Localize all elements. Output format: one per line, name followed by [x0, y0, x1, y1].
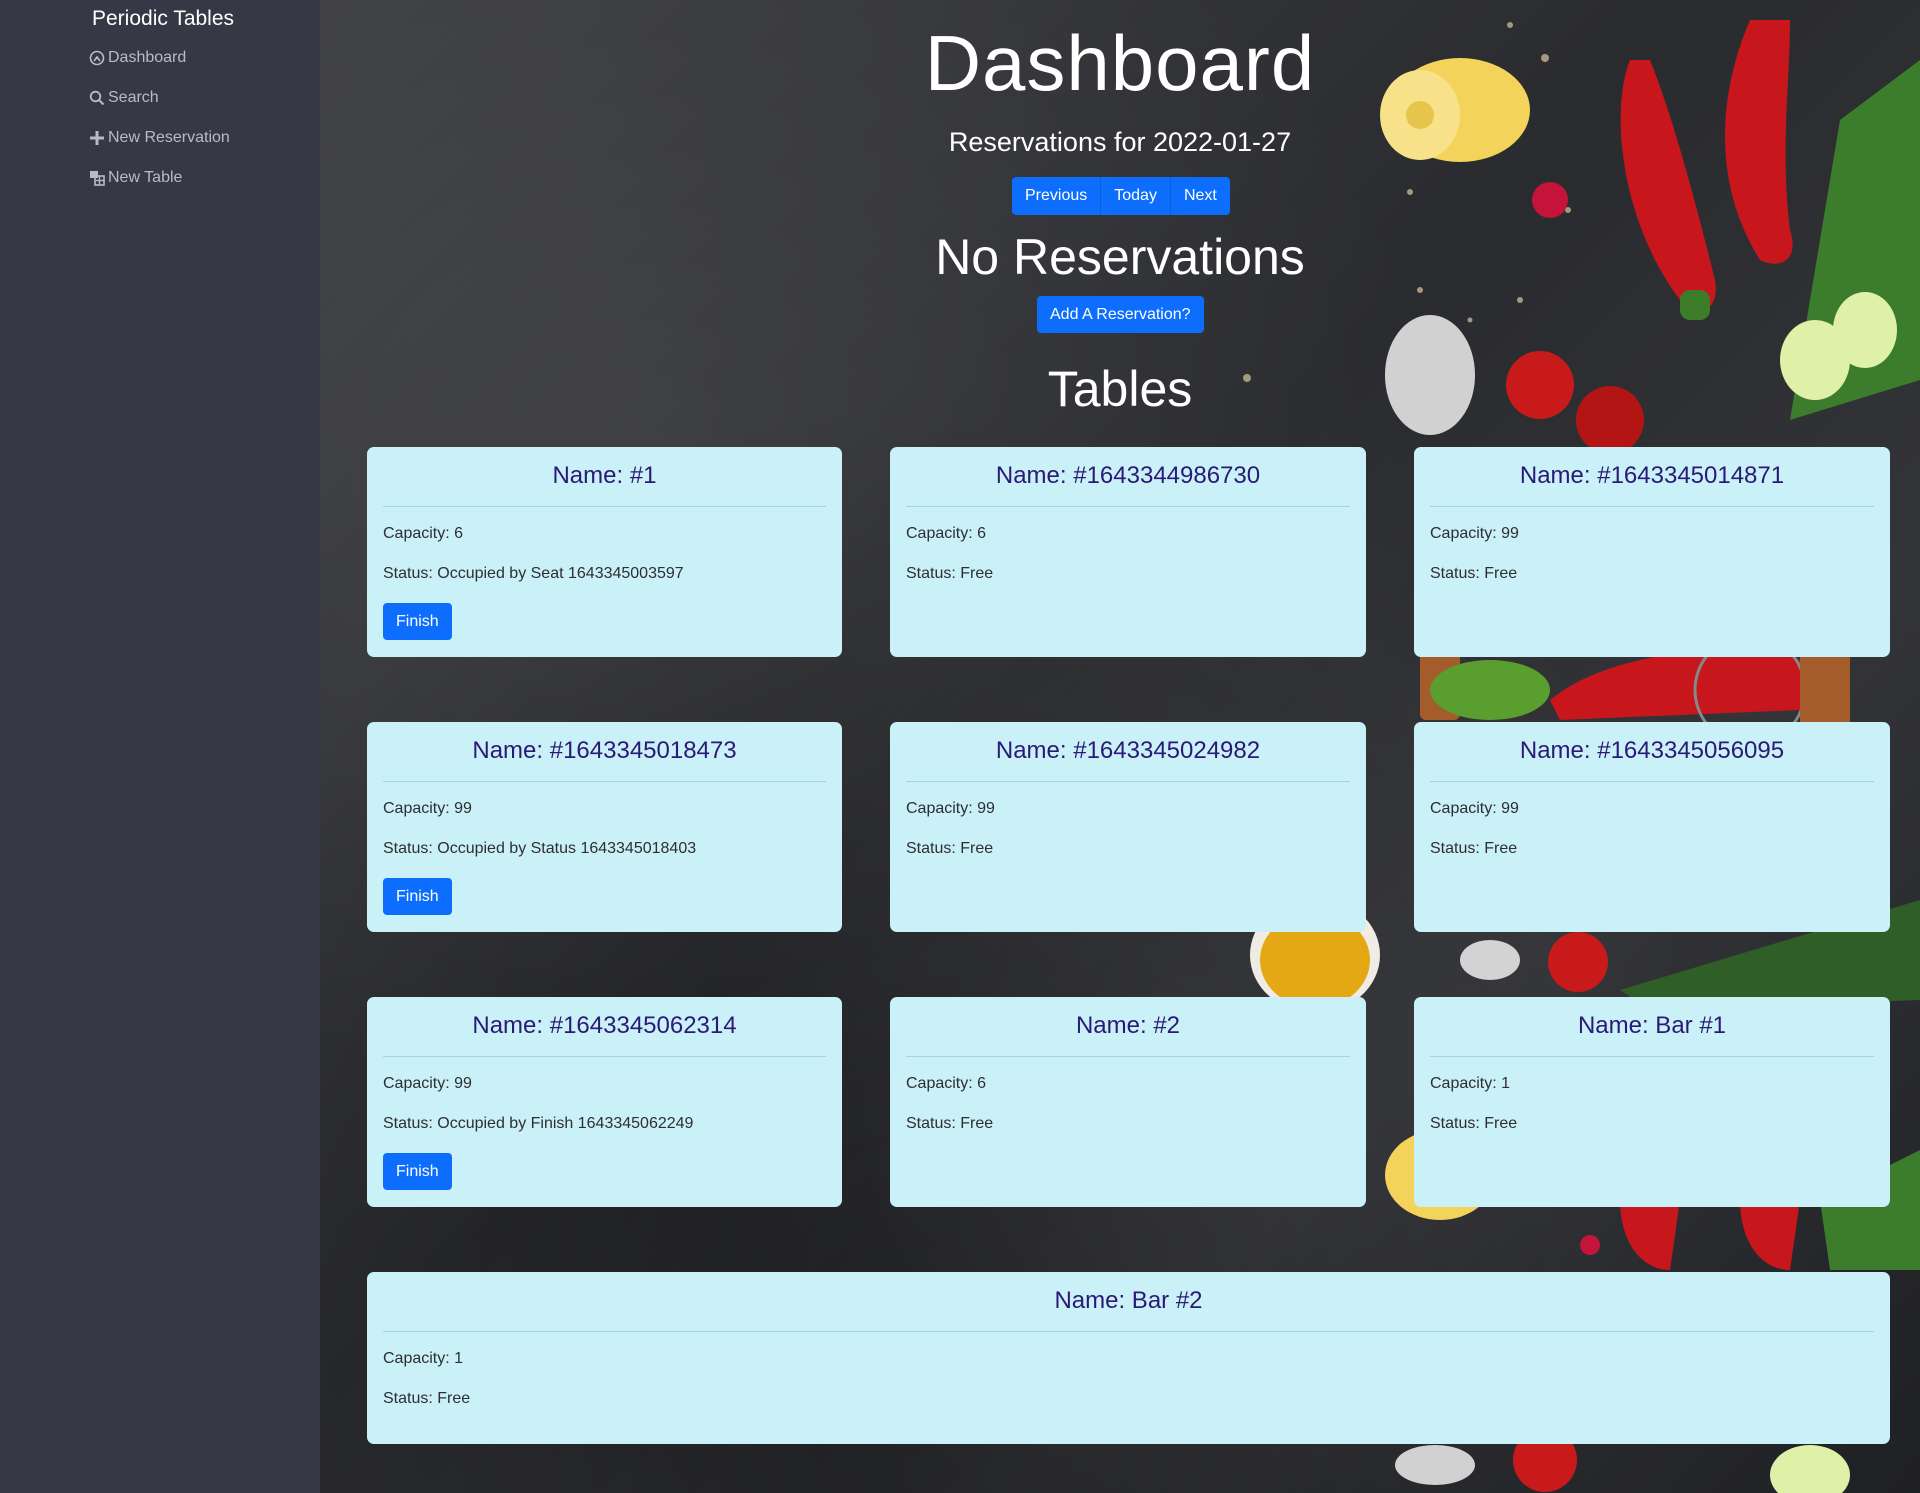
dashboard-icon: [88, 49, 106, 67]
sidebar-item-label: New Table: [108, 169, 183, 186]
table-capacity: Capacity: 1: [1430, 1075, 1511, 1092]
table-name: Name: #1643345024982: [906, 722, 1350, 782]
sidebar-item-label: Dashboard: [108, 49, 187, 66]
page-title: Dashboard: [924, 19, 1316, 107]
table-status: Status: Free: [383, 1390, 471, 1407]
table-capacity: Capacity: 99: [383, 1075, 472, 1092]
plus-icon: [88, 129, 106, 147]
table-name: Name: Bar #2: [383, 1272, 1874, 1332]
table-card: Name: #1643345014871 Capacity: 99 Status…: [1414, 447, 1890, 657]
finish-button[interactable]: Finish: [383, 1153, 452, 1190]
table-name: Name: #1643345062314: [383, 997, 826, 1057]
table-status: Status: Free: [1430, 1115, 1518, 1132]
table-capacity: Capacity: 99: [383, 800, 472, 817]
table-card: Name: #1643345018473 Capacity: 99 Status…: [367, 722, 842, 932]
table-capacity: Capacity: 6: [906, 1075, 987, 1092]
sidebar: Periodic Tables Dashboard Search New Res…: [0, 0, 320, 1493]
add-reservation-button[interactable]: Add A Reservation?: [1037, 296, 1204, 333]
finish-button[interactable]: Finish: [383, 878, 452, 915]
table-status: Status: Free: [1430, 840, 1518, 857]
table-card: Name: #1643345024982 Capacity: 99 Status…: [890, 722, 1366, 932]
today-button[interactable]: Today: [1100, 177, 1170, 215]
table-status: Status: Occupied by Seat 1643345003597: [383, 565, 684, 582]
no-reservations-heading: No Reservations: [935, 229, 1305, 285]
table-card: Name: #2 Capacity: 6 Status: Free: [890, 997, 1366, 1207]
date-nav-button-group: Previous Today Next: [1012, 177, 1230, 215]
table-capacity: Capacity: 99: [1430, 800, 1519, 817]
tables-heading: Tables: [1047, 361, 1193, 417]
previous-button[interactable]: Previous: [1012, 177, 1101, 215]
new-table-icon: [88, 169, 106, 187]
sidebar-item-label: New Reservation: [108, 129, 230, 146]
sidebar-item-new-reservation[interactable]: New Reservation: [88, 129, 230, 147]
table-name: Name: #2: [906, 997, 1350, 1057]
table-status: Status: Occupied by Status 1643345018403: [383, 840, 697, 857]
table-capacity: Capacity: 1: [383, 1350, 464, 1367]
table-status: Status: Occupied by Finish 1643345062249: [383, 1115, 694, 1132]
main-content: Dashboard Reservations for 2022-01-27 Pr…: [320, 0, 1920, 1493]
search-icon: [88, 89, 106, 107]
table-name: Name: #1643345018473: [383, 722, 826, 782]
table-card: Name: #1643344986730 Capacity: 6 Status:…: [890, 447, 1366, 657]
sidebar-item-label: Search: [108, 89, 159, 106]
reservations-date-heading: Reservations for 2022-01-27: [948, 127, 1292, 157]
table-capacity: Capacity: 6: [383, 525, 464, 542]
table-capacity: Capacity: 99: [906, 800, 995, 817]
table-status: Status: Free: [1430, 565, 1518, 582]
table-status: Status: Free: [906, 1115, 994, 1132]
table-name: Name: Bar #1: [1430, 997, 1874, 1057]
sidebar-item-search[interactable]: Search: [88, 89, 159, 107]
sidebar-item-new-table[interactable]: New Table: [88, 169, 182, 187]
table-status: Status: Free: [906, 565, 994, 582]
table-card: Name: Bar #1 Capacity: 1 Status: Free: [1414, 997, 1890, 1207]
finish-button[interactable]: Finish: [383, 603, 452, 640]
sidebar-item-dashboard[interactable]: Dashboard: [88, 49, 186, 67]
table-card: Name: Bar #2 Capacity: 1 Status: Free: [367, 1272, 1890, 1444]
next-button[interactable]: Next: [1169, 177, 1230, 215]
table-name: Name: #1: [383, 447, 826, 507]
brand-title[interactable]: Periodic Tables: [92, 7, 234, 31]
table-name: Name: #1643344986730: [906, 447, 1350, 507]
table-status: Status: Free: [906, 840, 994, 857]
table-card: Name: #1643345062314 Capacity: 99 Status…: [367, 997, 842, 1207]
table-capacity: Capacity: 99: [1430, 525, 1519, 542]
table-name: Name: #1643345056095: [1430, 722, 1874, 782]
table-card: Name: #1 Capacity: 6 Status: Occupied by…: [367, 447, 842, 657]
table-card: Name: #1643345056095 Capacity: 99 Status…: [1414, 722, 1890, 932]
table-capacity: Capacity: 6: [906, 525, 987, 542]
table-name: Name: #1643345014871: [1430, 447, 1874, 507]
